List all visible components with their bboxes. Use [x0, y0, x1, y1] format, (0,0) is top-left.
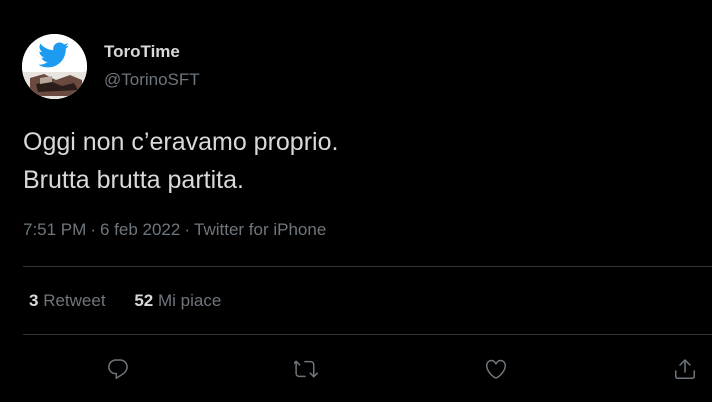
- tweet-text-line: Brutta brutta partita.: [23, 166, 244, 194]
- like-stat[interactable]: 52 Mi piace: [134, 291, 221, 310]
- reply-icon: [108, 359, 128, 379]
- retweet-button[interactable]: [292, 355, 320, 383]
- meta-separator: ·: [184, 220, 191, 239]
- author-name[interactable]: ToroTime: [104, 42, 180, 62]
- tweet: ToroTime @TorinoSFT Oggi non c’eravamo p…: [0, 0, 712, 402]
- like-count: 52: [134, 291, 154, 310]
- meta-separator: ·: [90, 220, 96, 239]
- retweet-count: 3: [29, 291, 39, 310]
- divider: [23, 266, 712, 267]
- tweet-stats: 3 Retweet 52 Mi piace: [29, 291, 245, 311]
- tweet-text: Oggi non c’eravamo proprio. Brutta brutt…: [23, 123, 338, 199]
- like-label: Mi piace: [157, 291, 222, 310]
- action-bar: [0, 355, 712, 383]
- retweet-stat[interactable]: 3 Retweet: [29, 291, 106, 310]
- twitter-bird-icon: [22, 34, 87, 99]
- like-icon: [485, 359, 507, 379]
- avatar[interactable]: [22, 34, 87, 99]
- retweet-icon: [294, 360, 318, 378]
- tweet-date[interactable]: 6 feb 2022: [100, 220, 180, 239]
- author-handle[interactable]: @TorinoSFT: [104, 70, 200, 90]
- retweet-label: Retweet: [43, 291, 106, 310]
- share-icon: [675, 359, 695, 379]
- tweet-text-line: Oggi non c’eravamo proprio.: [23, 128, 339, 156]
- tweet-time[interactable]: 7:51 PM: [23, 220, 86, 239]
- tweet-meta: 7:51 PM · 6 feb 2022 · Twitter for iPhone: [23, 220, 326, 240]
- tweet-source[interactable]: Twitter for iPhone: [194, 220, 326, 239]
- reply-button[interactable]: [104, 355, 132, 383]
- divider: [23, 334, 712, 335]
- share-button[interactable]: [671, 355, 699, 383]
- like-button[interactable]: [482, 355, 510, 383]
